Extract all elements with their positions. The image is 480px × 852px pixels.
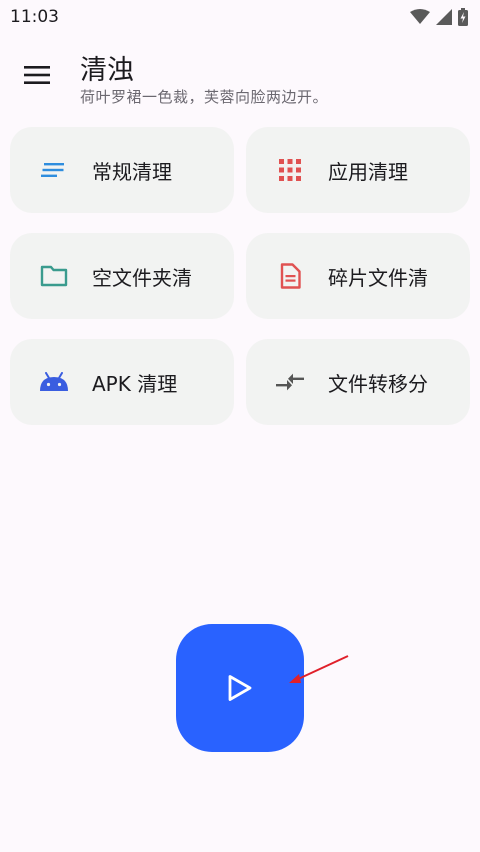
battery-icon bbox=[458, 8, 468, 26]
apps-grid-icon bbox=[274, 154, 306, 186]
card-file-transfer[interactable]: 文件转移分 bbox=[246, 339, 470, 425]
card-label: 空文件夹清 bbox=[92, 265, 192, 290]
status-time: 11:03 bbox=[10, 7, 59, 27]
card-label: APK 清理 bbox=[92, 371, 178, 396]
card-app-clean[interactable]: 应用清理 bbox=[246, 127, 470, 213]
page-subtitle: 荷叶罗裙一色裁，芙蓉向脸两边开。 bbox=[80, 88, 329, 106]
card-apk-clean[interactable]: APK 清理 bbox=[10, 339, 234, 425]
short-text-icon bbox=[38, 154, 70, 186]
app-header: 清浊 荷叶罗裙一色裁，芙蓉向脸两边开。 bbox=[0, 44, 480, 114]
start-clean-button[interactable] bbox=[176, 624, 304, 752]
card-empty-folder-clean[interactable]: 空文件夹清 bbox=[10, 233, 234, 319]
compare-arrows-icon bbox=[274, 366, 306, 398]
signal-icon bbox=[436, 9, 452, 25]
card-label: 应用清理 bbox=[328, 159, 408, 184]
status-icons bbox=[410, 8, 468, 26]
card-label: 碎片文件清 bbox=[328, 265, 428, 290]
menu-icon bbox=[24, 66, 50, 84]
play-icon bbox=[228, 675, 252, 701]
menu-button[interactable] bbox=[20, 60, 54, 90]
card-label: 常规清理 bbox=[92, 159, 172, 184]
page-title: 清浊 bbox=[80, 55, 134, 86]
document-icon bbox=[274, 260, 306, 292]
card-fragment-file-clean[interactable]: 碎片文件清 bbox=[246, 233, 470, 319]
folder-icon bbox=[38, 260, 70, 292]
wifi-icon bbox=[410, 9, 430, 24]
status-bar: 11:03 bbox=[0, 0, 480, 34]
clean-options-grid: 常规清理 应用清理 空文件夹清 碎片文件清 APK 清理 文件转移分 bbox=[10, 127, 470, 425]
android-icon bbox=[38, 366, 70, 398]
card-regular-clean[interactable]: 常规清理 bbox=[10, 127, 234, 213]
card-label: 文件转移分 bbox=[328, 371, 428, 396]
